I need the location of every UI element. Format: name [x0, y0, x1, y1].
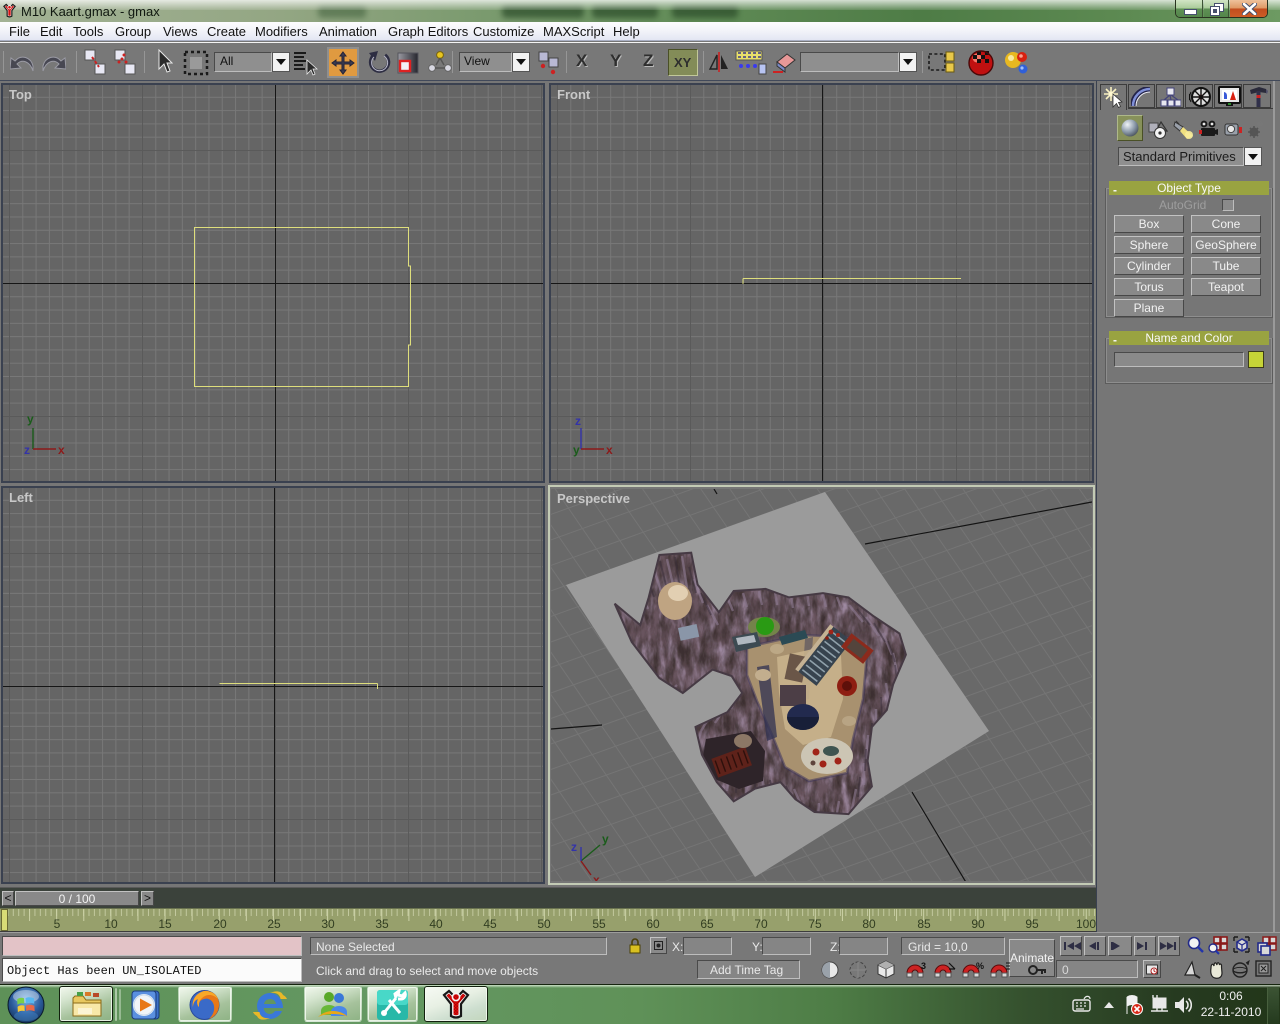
svg-text:z: z [24, 443, 30, 457]
svg-text:x: x [593, 873, 600, 881]
svg-text:z: z [575, 414, 581, 428]
svg-text:3: 3 [921, 961, 926, 971]
svg-text:x: x [606, 443, 613, 457]
svg-text:z: z [571, 840, 577, 854]
svg-text:x: x [58, 443, 65, 457]
svg-text:%: % [976, 961, 984, 971]
svg-text:y: y [27, 412, 34, 426]
svg-text:y: y [573, 443, 580, 457]
svg-text:y: y [602, 832, 609, 846]
